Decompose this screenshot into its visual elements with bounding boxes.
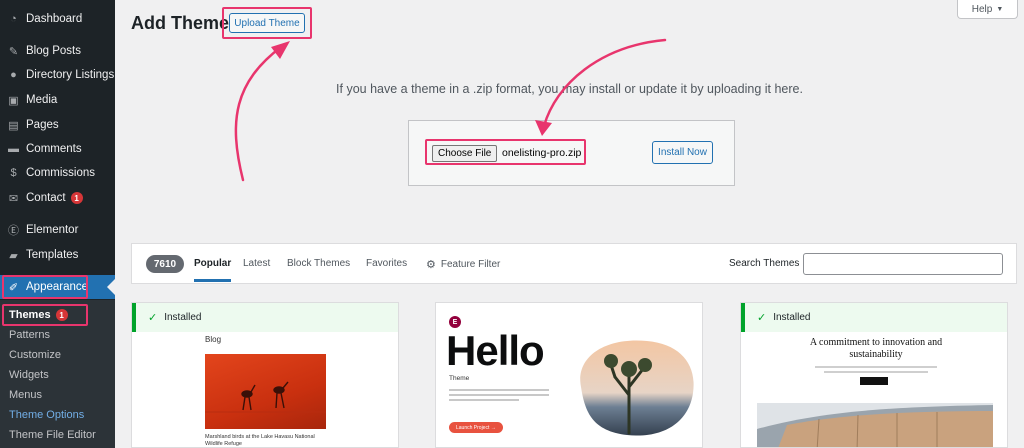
sidebar-item-elementor[interactable]: Ⓔ Elementor bbox=[0, 218, 115, 242]
submenu-item-widgets[interactable]: Widgets bbox=[9, 369, 49, 381]
theme-card-hello[interactable]: E Hello Theme Launch Project → bbox=[435, 302, 703, 448]
sidebar-item-contact[interactable]: ✉ Contact 1 bbox=[0, 186, 115, 210]
tab-latest[interactable]: Latest bbox=[243, 258, 270, 269]
theme-preview-heading: Blog bbox=[205, 335, 222, 344]
sidebar-item-label: Comments bbox=[26, 143, 82, 155]
comment-icon: ▬ bbox=[8, 143, 19, 155]
sidebar-item-media[interactable]: ▣ Media bbox=[0, 88, 115, 112]
folder-icon: ▰ bbox=[9, 249, 18, 262]
help-label: Help bbox=[971, 3, 993, 15]
dollar-icon: $ bbox=[10, 167, 17, 179]
sidebar-item-label: Elementor bbox=[26, 224, 79, 236]
theme-preview-button bbox=[860, 377, 888, 385]
triangle-down-icon: ▼ bbox=[996, 5, 1004, 13]
checkmark-icon: ✓ bbox=[757, 312, 767, 324]
highlight-box-appearance bbox=[2, 275, 88, 299]
upload-description: If you have a theme in a .zip format, yo… bbox=[336, 82, 803, 96]
theme-card[interactable]: ✓ Installed Blog Marshland birds at the … bbox=[131, 302, 399, 448]
bird-silhouette-icon bbox=[205, 381, 326, 413]
submenu-item-menus[interactable]: Menus bbox=[9, 389, 42, 401]
theme-preview-text bbox=[815, 366, 937, 373]
gear-icon: ⚙ bbox=[426, 259, 436, 271]
sidebar-item-blog-posts[interactable]: ✎ Blog Posts bbox=[0, 39, 115, 63]
upload-theme-button[interactable]: Upload Theme bbox=[229, 13, 305, 33]
joshua-tree-illustration bbox=[580, 340, 694, 436]
pin-icon: ✎ bbox=[8, 45, 19, 58]
launch-project-button: Launch Project → bbox=[449, 422, 503, 433]
sidebar-item-comments[interactable]: ▬ Comments bbox=[0, 137, 115, 161]
architecture-photo bbox=[757, 403, 993, 447]
sidebar-item-label: Media bbox=[26, 94, 58, 106]
installed-label: Installed bbox=[773, 312, 811, 323]
notification-badge: 1 bbox=[70, 192, 83, 204]
active-menu-pointer-icon bbox=[107, 279, 115, 295]
highlight-box-themes bbox=[2, 304, 88, 326]
sidebar-item-templates[interactable]: ▰ Templates bbox=[0, 243, 115, 267]
help-tab[interactable]: Help ▼ bbox=[957, 0, 1018, 19]
sidebar-item-label: Pages bbox=[26, 119, 59, 131]
sidebar-item-label: Commissions bbox=[26, 167, 96, 179]
listing-icon: ● bbox=[10, 69, 17, 81]
installed-label: Installed bbox=[164, 312, 202, 323]
sidebar-item-label: Templates bbox=[26, 249, 79, 261]
theme-card[interactable]: ✓ Installed A commitment to innovation a… bbox=[740, 302, 1008, 448]
tab-block-themes[interactable]: Block Themes bbox=[287, 258, 350, 269]
search-themes-label: Search Themes bbox=[729, 258, 800, 269]
tab-favorites[interactable]: Favorites bbox=[366, 258, 407, 269]
submenu-item-customize[interactable]: Customize bbox=[9, 349, 61, 361]
sidebar-item-directory-listings[interactable]: ● Directory Listings bbox=[0, 63, 115, 87]
highlight-box-file bbox=[425, 139, 586, 165]
theme-preview-image bbox=[205, 354, 326, 429]
feature-filter-button[interactable]: ⚙ Feature Filter bbox=[426, 258, 500, 271]
theme-preview-heading: A commitment to innovation and sustainab… bbox=[809, 337, 943, 360]
theme-preview-text bbox=[449, 389, 549, 401]
dashboard-icon: ◔ bbox=[10, 13, 17, 25]
installed-banner: ✓ Installed bbox=[741, 303, 1007, 332]
submenu-item-theme-options[interactable]: Theme Options bbox=[9, 409, 84, 421]
theme-preview-title: Hello bbox=[446, 327, 545, 374]
theme-filter-bar: 7610 Popular Latest Block Themes Favorit… bbox=[131, 243, 1017, 284]
installed-banner: ✓ Installed bbox=[132, 303, 398, 332]
feature-filter-label: Feature Filter bbox=[440, 259, 501, 270]
main-content: Add Themes Upload Theme Help ▼ If you ha… bbox=[115, 0, 1024, 448]
media-icon: ▣ bbox=[8, 94, 19, 107]
submenu-item-theme-file-editor[interactable]: Theme File Editor bbox=[9, 429, 96, 441]
tab-popular[interactable]: Popular bbox=[194, 258, 232, 282]
checkmark-icon: ✓ bbox=[148, 312, 158, 324]
sidebar-item-label: Directory Listings bbox=[26, 69, 115, 81]
sidebar-item-dashboard[interactable]: ◔ Dashboard bbox=[0, 7, 115, 31]
page-icon: ▤ bbox=[8, 119, 19, 132]
sidebar-item-label: Contact bbox=[26, 192, 66, 204]
mail-icon: ✉ bbox=[8, 192, 19, 205]
sidebar-item-label: Dashboard bbox=[26, 13, 83, 25]
admin-sidebar: ◔ Dashboard ✎ Blog Posts ● Directory Lis… bbox=[0, 0, 115, 448]
theme-count-badge: 7610 bbox=[146, 255, 184, 273]
sidebar-item-commissions[interactable]: $ Commissions bbox=[0, 161, 115, 185]
submenu-item-patterns[interactable]: Patterns bbox=[9, 329, 50, 341]
theme-preview-caption: Marshland birds at the Lake Havasu Natio… bbox=[205, 434, 315, 447]
sidebar-item-label: Blog Posts bbox=[26, 45, 81, 57]
install-now-button[interactable]: Install Now bbox=[652, 141, 713, 164]
elementor-icon: Ⓔ bbox=[8, 225, 19, 237]
theme-preview-subtitle: Theme bbox=[449, 375, 470, 382]
search-themes-input[interactable] bbox=[803, 253, 1003, 275]
sidebar-item-pages[interactable]: ▤ Pages bbox=[0, 113, 115, 137]
